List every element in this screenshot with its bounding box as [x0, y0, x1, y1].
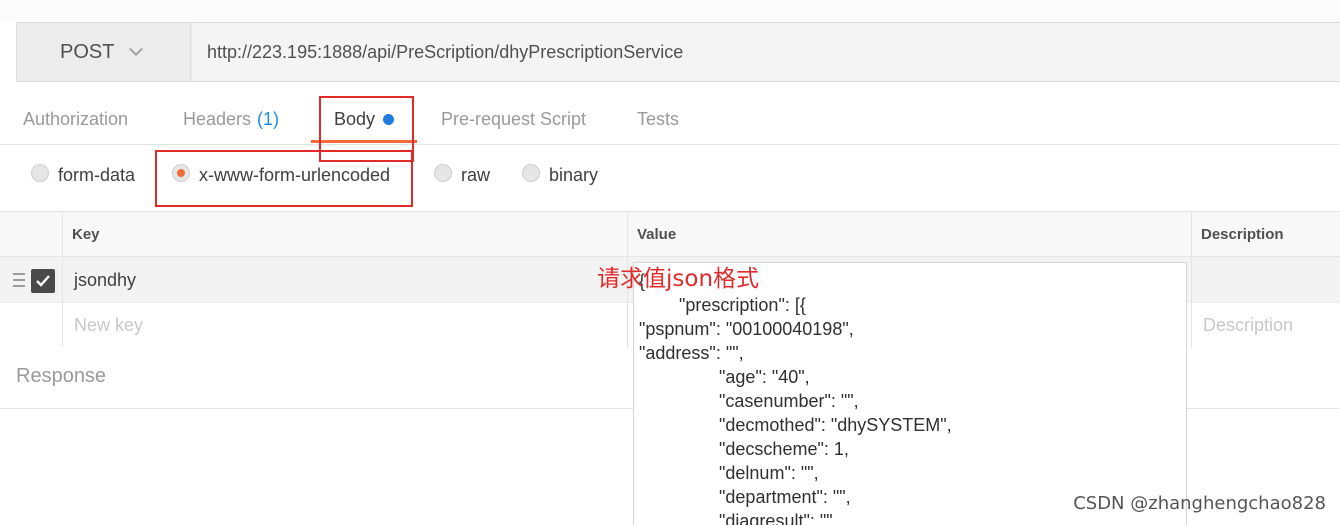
url-text: http://223.195:1888/api/PreScription/dhy… — [207, 41, 684, 62]
column-divider — [62, 212, 63, 348]
header-key: Key — [72, 226, 100, 243]
top-strip — [0, 0, 1340, 22]
drag-handle-icon[interactable] — [13, 273, 25, 287]
tab-pre-request-script[interactable]: Pre-request Script — [441, 96, 586, 142]
tab-tests[interactable]: Tests — [637, 96, 679, 142]
response-label: Response — [16, 365, 107, 387]
tab-label: Authorization — [23, 108, 129, 129]
tab-headers[interactable]: Headers (1) — [183, 96, 279, 142]
chevron-down-icon — [128, 44, 144, 60]
annotation-text: 请求值json格式 — [597, 266, 760, 292]
tab-label: Pre-request Script — [441, 108, 587, 129]
watermark: CSDN @zhanghengchao828 — [1073, 493, 1326, 514]
radio-circle-icon — [31, 164, 49, 182]
checkmark-icon — [36, 275, 50, 287]
row-key[interactable]: jsondhy — [74, 257, 136, 303]
column-divider — [1191, 212, 1192, 348]
radio-raw[interactable]: raw — [434, 145, 490, 205]
method-selector[interactable]: POST — [17, 23, 191, 81]
request-tabs: Authorization Headers (1) Body Pre-reque… — [0, 96, 1340, 144]
value-editor-text[interactable]: { "prescription": [{ "pspnum": "00100040… — [634, 263, 1186, 525]
header-value: Value — [637, 226, 677, 243]
radio-label: form-data — [58, 164, 136, 185]
annotation-box-urlencoded — [155, 150, 413, 207]
header-description: Description — [1201, 226, 1284, 243]
new-key-input[interactable]: New key — [74, 303, 143, 348]
radio-label: binary — [549, 164, 599, 185]
method-label: POST — [60, 40, 115, 63]
radio-circle-icon — [434, 164, 452, 182]
radio-binary[interactable]: binary — [522, 145, 598, 205]
headers-count: (1) — [257, 108, 280, 129]
table-header: Key Value Description — [0, 212, 1340, 257]
radio-label: raw — [461, 164, 491, 185]
request-bar: POST http://223.195:1888/api/PreScriptio… — [16, 22, 1340, 82]
url-input[interactable]: http://223.195:1888/api/PreScription/dhy… — [192, 23, 1340, 81]
tab-label: Tests — [637, 108, 680, 129]
value-editor-popup[interactable]: { "prescription": [{ "pspnum": "00100040… — [633, 262, 1187, 525]
row-enabled-checkbox[interactable] — [31, 269, 55, 293]
radio-form-data[interactable]: form-data — [31, 145, 135, 205]
tab-label: Headers — [183, 108, 252, 129]
radio-circle-icon — [522, 164, 540, 182]
tab-authorization[interactable]: Authorization — [23, 96, 128, 142]
new-description-input[interactable]: Description — [1203, 303, 1293, 348]
